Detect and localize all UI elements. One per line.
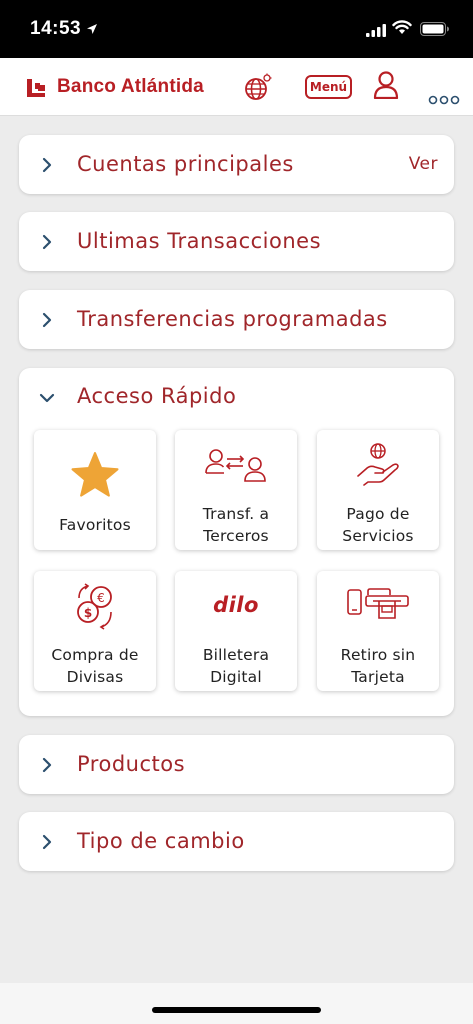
bank-logo-icon xyxy=(25,76,47,102)
chevron-right-icon xyxy=(41,234,53,254)
brand-name: Banco Atlántida xyxy=(57,76,204,97)
star-icon xyxy=(34,451,156,499)
quick-tile-billetera-digital[interactable]: dilo Billetera Digital xyxy=(175,571,297,691)
section-title: Acceso Rápido xyxy=(77,384,237,408)
location-arrow-icon xyxy=(86,20,98,39)
tile-label: Pago de xyxy=(346,505,410,523)
user-profile-icon[interactable] xyxy=(373,71,399,103)
more-options-icon[interactable] xyxy=(428,90,460,109)
menu-button[interactable]: Menú xyxy=(305,75,352,99)
svg-text:$: $ xyxy=(84,606,92,620)
quick-tile-pago-servicios[interactable]: Pago de Servicios xyxy=(317,430,439,550)
quick-tile-retiro-sin-tarjeta[interactable]: Retiro sin Tarjeta xyxy=(317,571,439,691)
chevron-right-icon xyxy=(41,757,53,777)
tile-label: Favoritos xyxy=(59,516,131,534)
section-title: Ultimas Transacciones xyxy=(77,229,322,253)
transfer-people-icon xyxy=(175,446,297,482)
tile-label: Divisas xyxy=(66,668,124,686)
section-title: Tipo de cambio xyxy=(77,829,245,853)
quick-tile-transf-terceros[interactable]: Transf. a Terceros xyxy=(175,430,297,550)
app-header: Banco Atlántida Menú xyxy=(0,58,473,116)
wifi-icon xyxy=(392,20,412,39)
svg-text:€: € xyxy=(97,591,105,605)
home-indicator-area xyxy=(0,983,473,1024)
section-ultimas-transacciones[interactable]: Ultimas Transacciones xyxy=(19,212,454,271)
cardless-withdrawal-icon xyxy=(317,587,439,621)
status-time: 14:53 xyxy=(30,18,82,39)
section-cuentas-principales[interactable]: Cuentas principales Ver xyxy=(19,135,454,194)
section-tipo-de-cambio[interactable]: Tipo de cambio xyxy=(19,812,454,871)
ver-link[interactable]: Ver xyxy=(409,154,438,174)
status-bar: 14:53 xyxy=(0,0,473,58)
chevron-right-icon xyxy=(41,834,53,854)
quick-tile-compra-divisas[interactable]: € $ Compra de Divisas xyxy=(34,571,156,691)
battery-icon xyxy=(420,21,450,40)
tile-label: Transf. a xyxy=(202,505,270,523)
tile-label: Terceros xyxy=(203,527,269,545)
chevron-right-icon xyxy=(41,312,53,332)
dilo-logo: dilo xyxy=(213,593,259,617)
globe-icon[interactable] xyxy=(243,73,273,103)
chevron-down-icon[interactable] xyxy=(39,390,55,409)
section-title: Productos xyxy=(77,752,186,776)
cell-signal-icon xyxy=(366,22,386,41)
section-productos[interactable]: Productos xyxy=(19,735,454,794)
section-title: Transferencias programadas xyxy=(77,307,388,331)
chevron-right-icon xyxy=(41,157,53,177)
section-title: Cuentas principales xyxy=(77,152,294,176)
tile-label: Retiro sin xyxy=(340,646,416,664)
hand-globe-icon xyxy=(317,442,439,486)
currency-exchange-icon: € $ xyxy=(34,582,156,630)
home-indicator[interactable] xyxy=(152,1007,321,1013)
section-acceso-rapido: Acceso Rápido Favoritos Transf. a Tercer… xyxy=(19,368,454,716)
tile-label: Servicios xyxy=(342,527,414,545)
tile-label: Billetera xyxy=(202,646,270,664)
section-transferencias-programadas[interactable]: Transferencias programadas xyxy=(19,290,454,349)
tile-label: Tarjeta xyxy=(351,668,405,686)
quick-tile-favoritos[interactable]: Favoritos xyxy=(34,430,156,550)
tile-label: Compra de xyxy=(51,646,139,664)
tile-label: Digital xyxy=(210,668,262,686)
